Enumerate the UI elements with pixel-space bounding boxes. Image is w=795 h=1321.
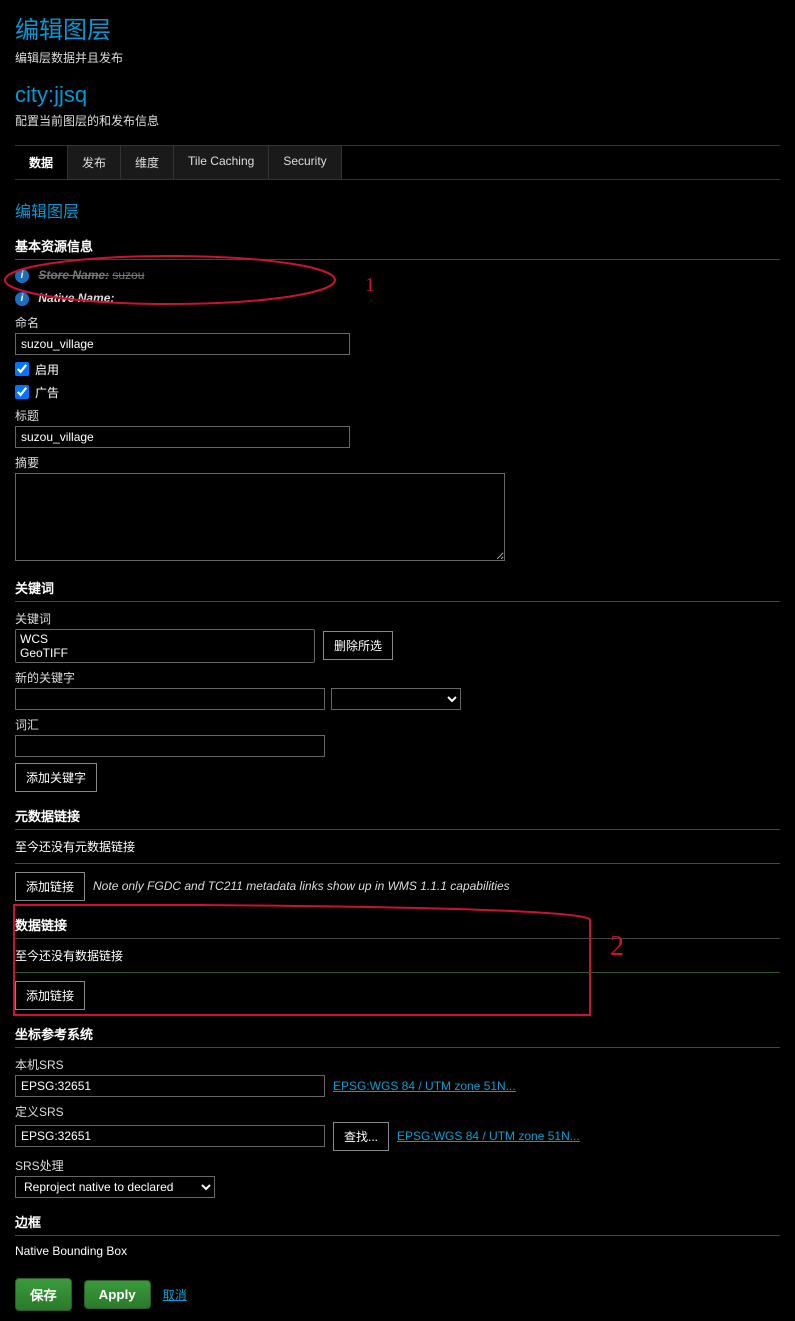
metadata-links-empty: 至今还没有元数据链接 [15, 838, 780, 855]
cancel-link[interactable]: 取消 [163, 1286, 187, 1303]
apply-button[interactable]: Apply [84, 1280, 151, 1309]
info-icon: i [15, 292, 29, 306]
bbox-title: 边框 [15, 1212, 780, 1236]
tabs-container: 数据 发布 维度 Tile Caching Security [15, 145, 780, 180]
enable-checkbox[interactable] [15, 362, 29, 376]
find-srs-button[interactable]: 查找... [333, 1122, 389, 1151]
native-srs-input[interactable] [15, 1075, 325, 1097]
metadata-links-note: Note only FGDC and TC211 metadata links … [93, 879, 510, 893]
native-name-label: Native Name: [38, 291, 114, 305]
advertise-checkbox[interactable] [15, 385, 29, 399]
name-input[interactable] [15, 333, 350, 355]
store-name-label: Store Name: [38, 268, 109, 282]
metadata-links-title: 元数据链接 [15, 806, 780, 830]
enable-label: 启用 [35, 361, 59, 378]
title-input[interactable] [15, 426, 350, 448]
name-label: 命名 [15, 314, 780, 331]
edit-layer-title: 编辑图层 [15, 198, 780, 222]
declared-srs-input[interactable] [15, 1125, 325, 1147]
srs-handling-select[interactable]: Reproject native to declared [15, 1176, 215, 1198]
add-data-link-button[interactable]: 添加链接 [15, 981, 85, 1010]
keywords-title: 关键词 [15, 578, 780, 602]
save-button[interactable]: 保存 [15, 1278, 72, 1311]
declared-srs-label: 定义SRS [15, 1103, 780, 1120]
page-title: 编辑图层 [15, 10, 780, 45]
layer-id: city:jjsq [15, 82, 780, 108]
tab-tile-caching[interactable]: Tile Caching [174, 146, 269, 179]
vocab-label: 词汇 [15, 716, 780, 733]
data-links-title: 数据链接 [15, 915, 780, 939]
abstract-label: 摘要 [15, 454, 780, 471]
advertise-label: 广告 [35, 384, 59, 401]
native-name-row: i Native Name: [15, 291, 780, 306]
store-name-row: i Store Name: suzou [15, 268, 780, 283]
new-keyword-input[interactable] [15, 688, 325, 710]
add-metadata-link-button[interactable]: 添加链接 [15, 872, 85, 901]
delete-keyword-button[interactable]: 删除所选 [323, 631, 393, 660]
native-srs-label: 本机SRS [15, 1056, 780, 1073]
store-name-value: suzou [112, 268, 144, 282]
title-label: 标题 [15, 407, 780, 424]
native-srs-link[interactable]: EPSG:WGS 84 / UTM zone 51N... [333, 1079, 516, 1093]
tab-publish[interactable]: 发布 [68, 146, 121, 179]
keywords-select[interactable]: WCS GeoTIFF [15, 629, 315, 663]
tab-security[interactable]: Security [269, 146, 341, 179]
tab-data[interactable]: 数据 [15, 146, 68, 179]
declared-srs-link[interactable]: EPSG:WGS 84 / UTM zone 51N... [397, 1129, 580, 1143]
page-subtitle: 编辑层数据并且发布 [15, 49, 780, 66]
data-links-empty: 至今还没有数据链接 [15, 947, 780, 964]
bottom-actions: 保存 Apply 取消 [15, 1278, 780, 1311]
keywords-list-label: 关键词 [15, 610, 780, 627]
srs-handling-label: SRS处理 [15, 1157, 780, 1174]
crs-title: 坐标参考系统 [15, 1024, 780, 1048]
native-bbox-label: Native Bounding Box [15, 1244, 780, 1258]
add-keyword-button[interactable]: 添加关键字 [15, 763, 97, 792]
info-icon: i [15, 269, 29, 283]
abstract-textarea[interactable] [15, 473, 505, 561]
vocab-input[interactable] [15, 735, 325, 757]
tab-dimensions[interactable]: 维度 [121, 146, 174, 179]
basic-info-title: 基本资源信息 [15, 236, 780, 260]
new-keyword-label: 新的关键字 [15, 669, 780, 686]
layer-description: 配置当前图层的和发布信息 [15, 112, 780, 129]
new-keyword-lang-select[interactable] [331, 688, 461, 710]
